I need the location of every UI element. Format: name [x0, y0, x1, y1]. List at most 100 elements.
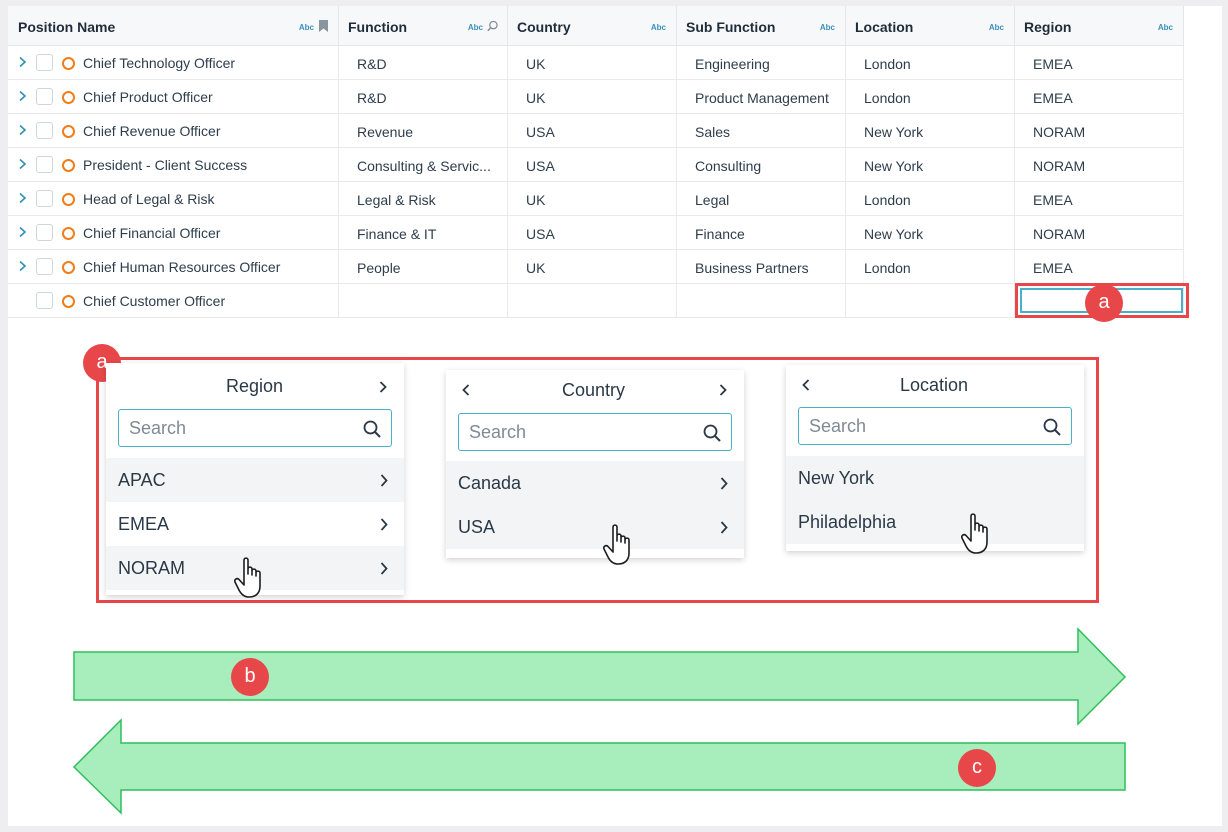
region-cell[interactable]: EMEA [1015, 182, 1184, 216]
region-cell[interactable]: NORAM [1015, 216, 1184, 250]
row-checkbox[interactable] [36, 224, 53, 241]
row-checkbox[interactable] [36, 122, 53, 139]
region-cell[interactable]: NORAM [1015, 148, 1184, 182]
header-label: Location [855, 19, 914, 35]
country-cell[interactable]: UK [508, 80, 677, 114]
chevron-left-icon[interactable] [802, 379, 810, 391]
table-row[interactable]: Chief Revenue Officer Revenue USA Sales New … [8, 114, 1184, 148]
function-cell[interactable] [339, 284, 508, 318]
table-row[interactable]: Chief Product Officer R&D UK Product Manage… [8, 80, 1184, 114]
table-row[interactable]: President - Client Success Consulting & S… [8, 148, 1184, 182]
region-option-emea[interactable]: EMEA [106, 502, 404, 546]
chevron-right-icon[interactable] [18, 90, 27, 102]
chevron-right-icon[interactable] [719, 384, 727, 396]
header-sub-function[interactable]: Sub Function Abc [677, 6, 846, 46]
chevron-right-icon[interactable] [18, 124, 27, 136]
chevron-right-icon[interactable] [379, 381, 387, 393]
sub-function-cell[interactable]: Finance [677, 216, 846, 250]
chevron-right-icon[interactable] [18, 192, 27, 204]
location-cell[interactable]: New York [846, 148, 1015, 182]
region-search-input[interactable] [129, 418, 329, 439]
chevron-right-icon[interactable] [18, 260, 27, 272]
chevron-left-icon[interactable] [462, 384, 470, 396]
zoom-icon[interactable] [487, 20, 498, 32]
table-row[interactable]: Chief Customer Officer [8, 284, 1184, 318]
sub-function-cell[interactable]: Product Management [677, 80, 846, 114]
sub-function-cell[interactable] [677, 284, 846, 318]
country-cell[interactable]: USA [508, 148, 677, 182]
function-cell[interactable]: Finance & IT [339, 216, 508, 250]
country-option-usa[interactable]: USA [446, 505, 744, 549]
chevron-right-icon[interactable] [18, 158, 27, 170]
location-cell[interactable] [846, 284, 1015, 318]
location-cell[interactable]: London [846, 80, 1015, 114]
status-ring-icon [62, 91, 75, 104]
location-cell[interactable]: London [846, 46, 1015, 80]
location-cell[interactable]: New York [846, 216, 1015, 250]
location-cell[interactable]: New York [846, 114, 1015, 148]
position-name-cell[interactable]: Chief Revenue Officer [8, 114, 339, 148]
function-cell[interactable]: R&D [339, 46, 508, 80]
sub-function-cell[interactable]: Engineering [677, 46, 846, 80]
region-cell[interactable]: NORAM [1015, 114, 1184, 148]
location-option-new-york[interactable]: New York [786, 456, 1084, 500]
position-name-cell[interactable]: Chief Financial Officer [8, 216, 339, 250]
location-search-field[interactable] [798, 407, 1072, 445]
position-name-cell[interactable]: Chief Technology Officer [8, 46, 339, 80]
country-cell[interactable]: USA [508, 114, 677, 148]
position-name-cell[interactable]: Chief Human Resources Officer [8, 250, 339, 284]
function-cell[interactable]: Consulting & Servic... [339, 148, 508, 182]
function-cell[interactable]: Legal & Risk [339, 182, 508, 216]
country-cell[interactable]: USA [508, 216, 677, 250]
country-option-canada[interactable]: Canada [446, 461, 744, 505]
row-checkbox[interactable] [36, 258, 53, 275]
location-option-philadelphia[interactable]: Philadelphia [786, 500, 1084, 544]
position-name-cell[interactable]: Chief Product Officer [8, 80, 339, 114]
country-search-field[interactable] [458, 413, 732, 451]
chevron-right-icon[interactable] [18, 226, 27, 238]
row-checkbox[interactable] [36, 88, 53, 105]
region-option-apac[interactable]: APAC [106, 458, 404, 502]
type-indicator: Abc [819, 23, 835, 32]
sub-function-cell[interactable]: Sales [677, 114, 846, 148]
table-row[interactable]: Chief Financial Officer Finance & IT USA Fi… [8, 216, 1184, 250]
chevron-right-icon [380, 562, 388, 575]
country-cell[interactable]: UK [508, 250, 677, 284]
row-checkbox[interactable] [36, 156, 53, 173]
region-cell[interactable]: EMEA [1015, 80, 1184, 114]
country-cell[interactable]: UK [508, 182, 677, 216]
function-cell[interactable]: R&D [339, 80, 508, 114]
country-cell[interactable]: UK [508, 46, 677, 80]
position-name-cell[interactable]: Chief Customer Officer [8, 284, 339, 318]
region-cell[interactable]: EMEA [1015, 46, 1184, 80]
region-search-field[interactable] [118, 409, 392, 447]
country-cell[interactable] [508, 284, 677, 318]
function-cell[interactable]: People [339, 250, 508, 284]
region-cell[interactable]: EMEA [1015, 250, 1184, 284]
table-row[interactable]: Chief Technology Officer R&D UK Engineering… [8, 46, 1184, 80]
sub-function-cell[interactable]: Legal [677, 182, 846, 216]
header-function[interactable]: Function Abc [339, 6, 508, 46]
header-region[interactable]: Region Abc [1015, 6, 1184, 46]
sub-function-cell[interactable]: Business Partners [677, 250, 846, 284]
row-checkbox[interactable] [36, 54, 53, 71]
country-search-input[interactable] [469, 422, 669, 443]
row-checkbox[interactable] [36, 292, 53, 309]
row-checkbox[interactable] [36, 190, 53, 207]
header-position-name[interactable]: Position Name Abc [8, 6, 339, 46]
location-cell[interactable]: London [846, 250, 1015, 284]
search-icon [1043, 418, 1061, 436]
location-search-input[interactable] [809, 416, 1009, 437]
table-row[interactable]: Head of Legal & Risk Legal & Risk UK Legal L… [8, 182, 1184, 216]
location-cell[interactable]: London [846, 182, 1015, 216]
flow-arrows [72, 627, 1127, 815]
position-name-cell[interactable]: President - Client Success [8, 148, 339, 182]
header-location[interactable]: Location Abc [846, 6, 1015, 46]
bookmark-icon[interactable] [318, 20, 329, 32]
sub-function-cell[interactable]: Consulting [677, 148, 846, 182]
position-name-cell[interactable]: Head of Legal & Risk [8, 182, 339, 216]
function-cell[interactable]: Revenue [339, 114, 508, 148]
chevron-right-icon[interactable] [18, 56, 27, 68]
table-row[interactable]: Chief Human Resources Officer People UK Bus… [8, 250, 1184, 284]
header-country[interactable]: Country Abc [508, 6, 677, 46]
